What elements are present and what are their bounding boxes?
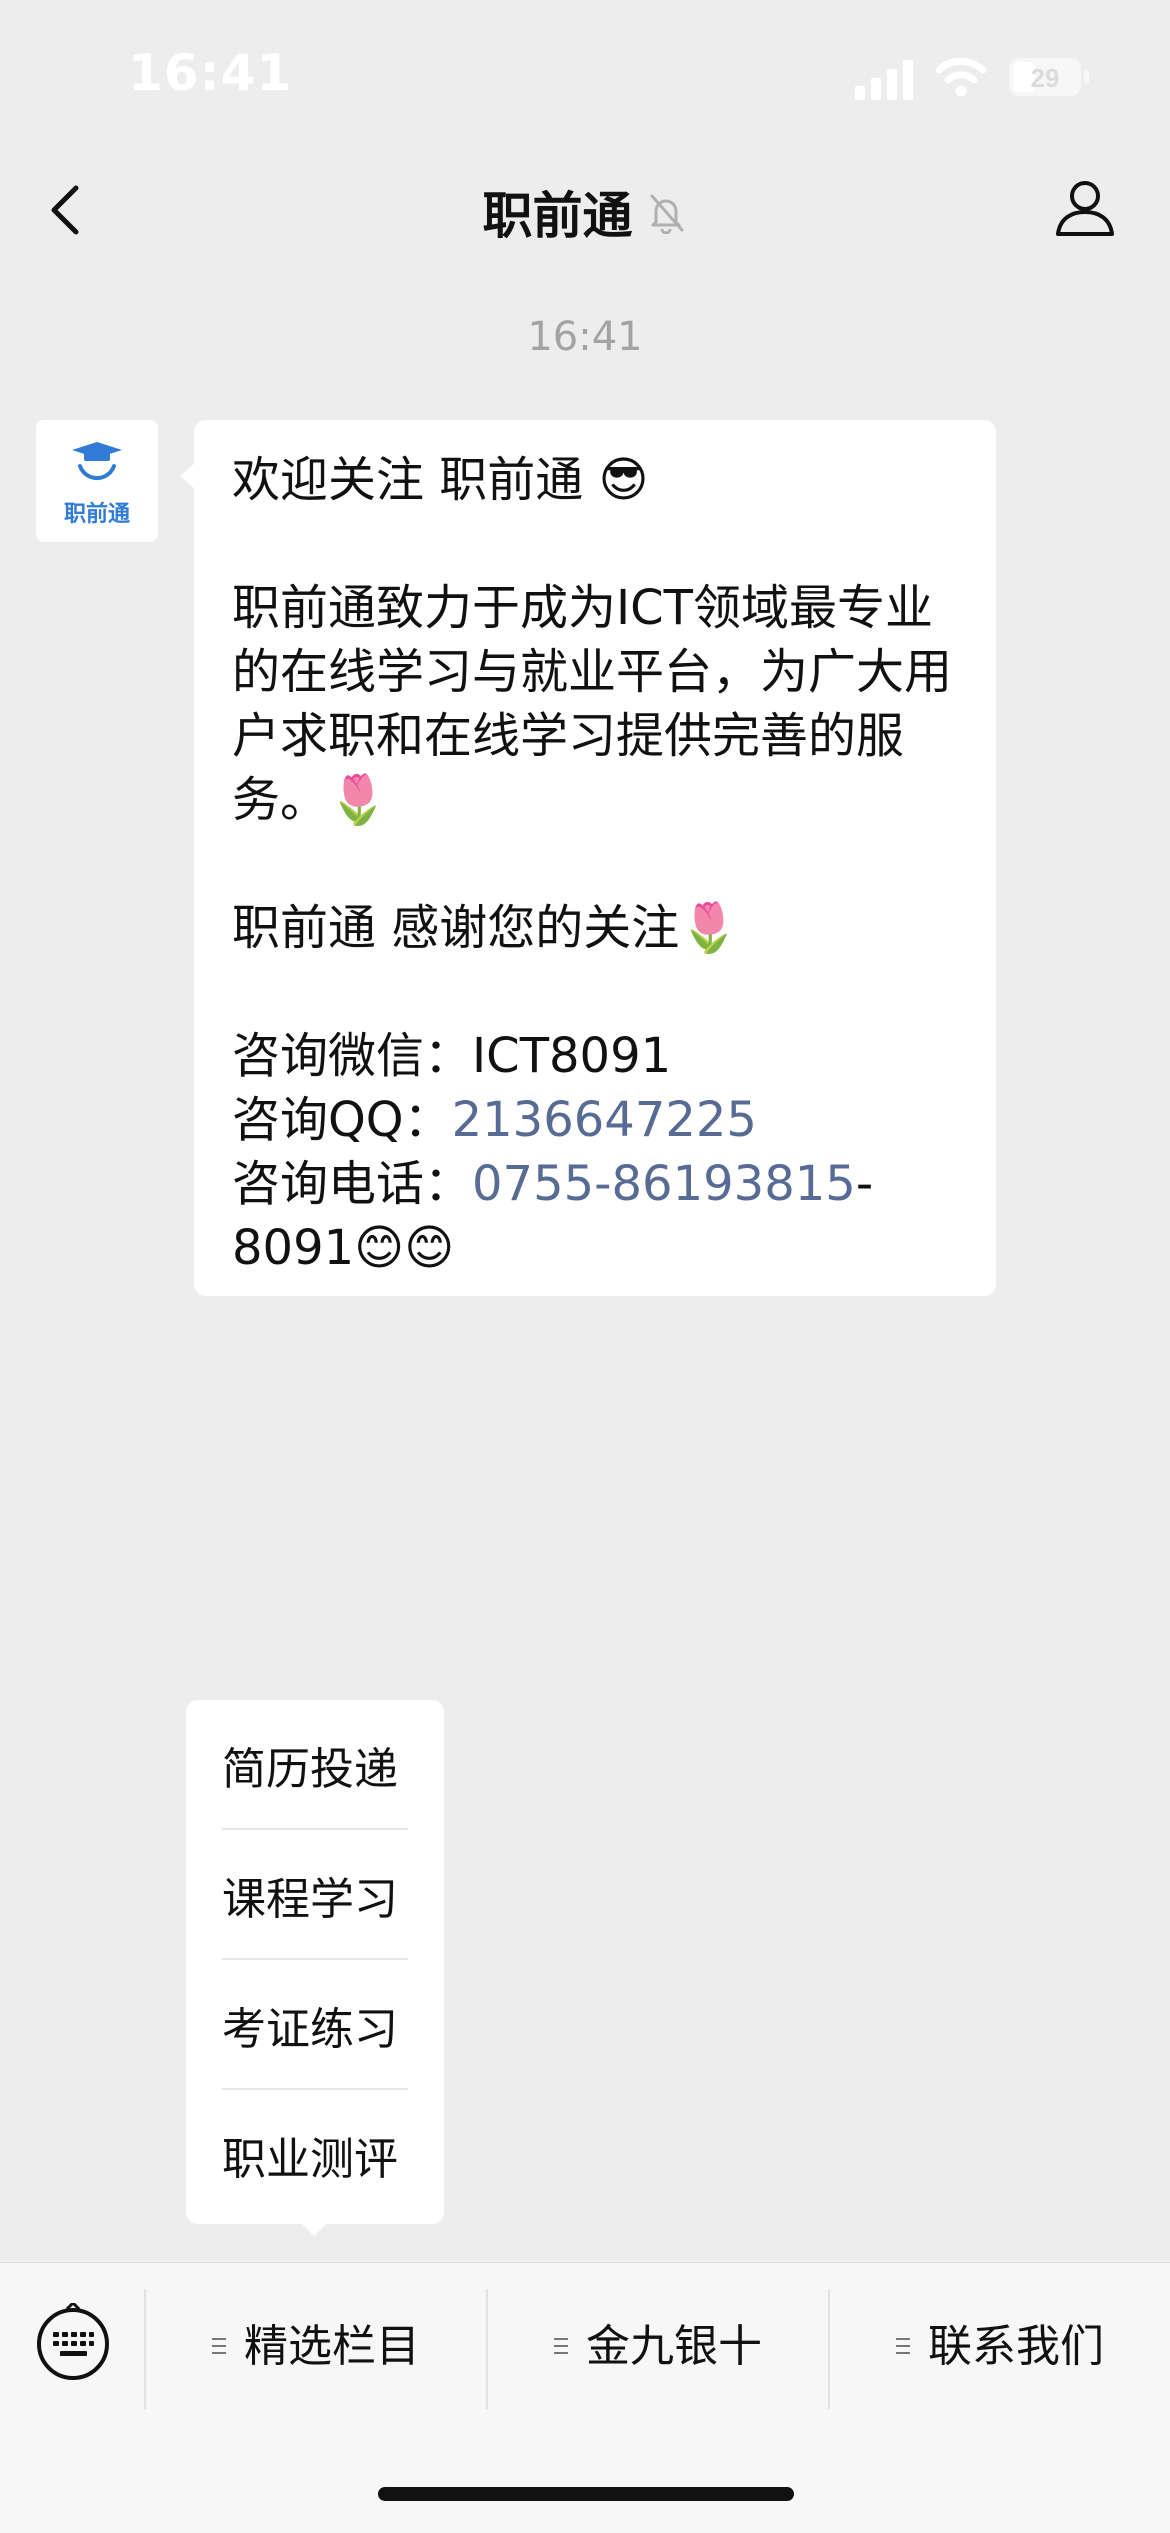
home-indicator[interactable] [378,2487,794,2501]
keyboard-icon[interactable] [34,2303,112,2381]
contact-qq-link[interactable]: 2136647225 [452,1092,757,1148]
battery-level: 29 [1031,63,1060,93]
popup-menu-item-courses[interactable]: 课程学习 [222,1830,408,1960]
battery-icon: 29 [1009,58,1089,96]
account-avatar[interactable]: 职前通 [36,420,158,542]
message-bubble[interactable]: 欢迎关注 职前通 😎 职前通致力于成为ICT领域最专业的在线学习与就业平台，为广… [194,420,996,1296]
contact-phone-link[interactable]: 0755-86193815 [472,1156,856,1212]
menu-lines-icon [896,2338,910,2354]
menu-lines-icon [212,2338,226,2354]
account-logo-text: 职前通 [63,502,130,527]
contact-wechat: 咨询微信：ICT8091 [232,1024,960,1088]
menu-tab-featured[interactable]: 精选栏目 [146,2307,486,2387]
popup-menu: 简历投递 课程学习 考证练习 职业测评 [186,1700,444,2224]
status-bar: 16:41 29 [0,0,1170,150]
contact-phone: 咨询电话：0755-86193815-8091😊😊 [232,1152,960,1280]
bell-slash-icon [650,194,684,234]
message-line-intro: 职前通致力于成为ICT领域最专业的在线学习与就业平台，为广大用户求职和在线学习提… [232,580,953,828]
menu-tab-featured-label: 精选栏目 [244,2321,420,2372]
contact-qq-label: 咨询QQ： [232,1092,452,1148]
message-timestamp: 16:41 [527,314,643,360]
popup-menu-item-career-test[interactable]: 职业测评 [222,2090,408,2218]
popup-menu-item-exam-practice[interactable]: 考证练习 [222,1960,408,2090]
profile-button[interactable] [1052,174,1118,240]
cellular-signal-icon [855,60,913,100]
popup-menu-item-resume[interactable]: 简历投递 [222,1700,408,1830]
menu-lines-icon [554,2338,568,2354]
contact-wechat-label: 咨询微信： [232,1028,473,1084]
contact-wechat-value: ICT8091 [472,1028,672,1084]
menu-tab-golden-sept[interactable]: 金九银十 [488,2307,828,2387]
popup-menu-caret [300,2222,328,2236]
menu-tab-golden-sept-label: 金九银十 [586,2321,762,2372]
message-line-thanks: 职前通 感谢您的关注🌷 [232,900,740,956]
nav-title-group: 职前通 [0,176,1170,248]
wifi-icon [935,57,987,97]
nav-title: 职前通 [482,187,633,245]
contact-qq: 咨询QQ：2136647225 [232,1088,960,1152]
menu-tab-contact-label: 联系我们 [928,2321,1104,2372]
contact-phone-label: 咨询电话： [232,1156,473,1212]
message-line-welcome: 欢迎关注 职前通 😎 [232,452,649,508]
menu-tab-contact[interactable]: 联系我们 [830,2307,1170,2387]
status-time: 16:41 [128,44,293,102]
nav-bar: 职前通 [0,150,1170,270]
